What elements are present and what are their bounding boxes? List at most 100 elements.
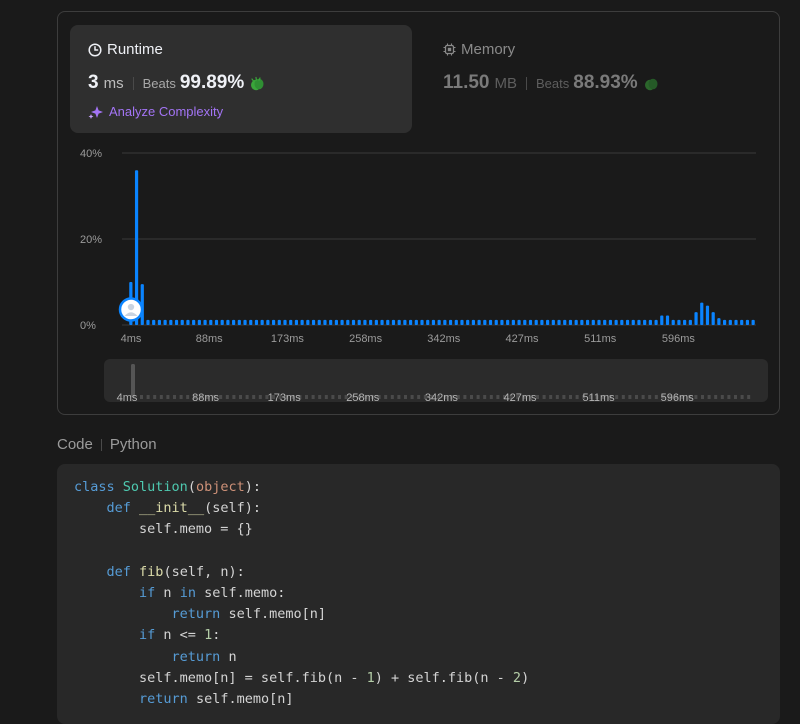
chart-bar[interactable] — [454, 319, 458, 325]
chart-bar[interactable] — [517, 319, 521, 325]
chart-bar[interactable] — [146, 319, 150, 325]
chart-bar[interactable] — [683, 319, 687, 325]
chart-bar[interactable] — [597, 319, 601, 325]
chart-bar[interactable] — [631, 319, 635, 325]
chart-bar[interactable] — [420, 319, 424, 325]
chart-bar[interactable] — [277, 319, 281, 325]
chart-bar[interactable] — [391, 319, 396, 325]
chart-bar[interactable] — [380, 319, 384, 325]
chart-bar[interactable] — [289, 319, 293, 325]
chart-bar[interactable] — [700, 302, 704, 325]
chart-bar[interactable] — [717, 318, 721, 325]
chart-bar[interactable] — [540, 319, 544, 325]
chart-bar[interactable] — [483, 319, 487, 325]
chart-bar[interactable] — [734, 319, 738, 325]
chart-bar[interactable] — [306, 319, 310, 325]
chart-bar[interactable] — [557, 319, 561, 325]
chart-bar[interactable] — [591, 319, 595, 325]
chart-bar[interactable] — [608, 319, 613, 325]
chart-bar[interactable] — [311, 319, 316, 325]
chart-bar[interactable] — [625, 319, 630, 325]
chart-bar[interactable] — [431, 319, 436, 325]
chart-bar[interactable] — [637, 319, 641, 325]
chart-bar[interactable] — [448, 319, 453, 325]
chart-bar[interactable] — [266, 319, 270, 325]
chart-bar[interactable] — [751, 319, 755, 325]
chart-bar[interactable] — [249, 319, 253, 325]
your-submission-marker[interactable] — [118, 297, 144, 322]
chart-bar[interactable] — [186, 319, 190, 325]
chart-bar[interactable] — [283, 319, 287, 325]
chart-bar[interactable] — [157, 319, 161, 325]
chart-bar[interactable] — [705, 305, 710, 325]
chart-bar[interactable] — [506, 319, 510, 325]
chart-bar[interactable] — [563, 319, 567, 325]
chart-bar[interactable] — [340, 319, 344, 325]
chart-bar[interactable] — [568, 319, 573, 325]
chart-bar[interactable] — [426, 319, 430, 325]
chart-bar[interactable] — [723, 319, 727, 325]
chart-bar[interactable] — [528, 319, 533, 325]
chart-bar[interactable] — [523, 319, 527, 325]
chart-bar[interactable] — [740, 319, 744, 325]
chart-bar[interactable] — [546, 319, 550, 325]
chart-bar[interactable] — [180, 319, 184, 325]
chart-bar[interactable] — [466, 319, 470, 325]
chart-bar[interactable] — [386, 319, 390, 325]
chart-bar[interactable] — [232, 319, 236, 325]
chart-bar[interactable] — [197, 319, 201, 325]
chart-bar[interactable] — [511, 319, 515, 325]
chart-bar[interactable] — [694, 312, 698, 325]
chart-bar[interactable] — [534, 319, 538, 325]
chart-bar[interactable] — [745, 319, 750, 325]
chart-bar[interactable] — [152, 319, 156, 325]
chart-bar[interactable] — [665, 315, 670, 325]
chart-bar[interactable] — [614, 319, 618, 325]
chart-bar[interactable] — [334, 319, 338, 325]
chart-bar[interactable] — [169, 319, 173, 325]
chart-bar[interactable] — [711, 312, 715, 325]
chart-bar[interactable] — [603, 319, 607, 325]
chart-bar[interactable] — [648, 319, 652, 325]
chart-bar[interactable] — [203, 319, 207, 325]
chart-bar[interactable] — [488, 319, 493, 325]
chart-bar[interactable] — [460, 319, 464, 325]
chart-bar[interactable] — [494, 319, 498, 325]
chart-bar[interactable] — [500, 319, 504, 325]
chart-bar[interactable] — [357, 319, 361, 325]
runtime-distribution-chart[interactable]: 0% 20% 40% 4ms 88ms 173ms 258ms 342ms 427ms 511m… — [0, 0, 800, 420]
chart-bar[interactable] — [323, 319, 327, 325]
chart-bar[interactable] — [163, 319, 167, 325]
code-content[interactable]: class Solution(object): def __init__(sel… — [74, 477, 529, 710]
chart-bar[interactable] — [688, 319, 692, 325]
chart-bar[interactable] — [443, 319, 447, 325]
chart-bar[interactable] — [654, 319, 658, 325]
chart-bar[interactable] — [363, 319, 367, 325]
chart-bar[interactable] — [369, 319, 373, 325]
chart-bar[interactable] — [397, 319, 401, 325]
chart-bar[interactable] — [226, 319, 230, 325]
chart-bar[interactable] — [671, 319, 675, 325]
chart-bar[interactable] — [271, 319, 276, 325]
chart-bar[interactable] — [477, 319, 481, 325]
chart-bar[interactable] — [300, 319, 304, 325]
chart-bar[interactable] — [551, 319, 555, 325]
chart-bar[interactable] — [574, 319, 578, 325]
chart-bar[interactable] — [414, 319, 418, 325]
chart-bar[interactable] — [174, 319, 179, 325]
chart-bar[interactable] — [437, 319, 441, 325]
chart-bar[interactable] — [643, 319, 647, 325]
chart-bar[interactable] — [580, 319, 584, 325]
chart-bar[interactable] — [660, 315, 664, 325]
chart-bar[interactable] — [220, 319, 224, 325]
chart-bar[interactable] — [677, 319, 681, 325]
chart-bar[interactable] — [329, 319, 333, 325]
chart-bar[interactable] — [209, 319, 213, 325]
chart-bar[interactable] — [214, 319, 219, 325]
chart-bar[interactable] — [728, 319, 732, 325]
chart-bar[interactable] — [192, 319, 196, 325]
chart-bar[interactable] — [237, 319, 241, 325]
chart-bar[interactable] — [294, 319, 299, 325]
chart-bar[interactable] — [471, 319, 475, 325]
chart-bar[interactable] — [254, 319, 259, 325]
